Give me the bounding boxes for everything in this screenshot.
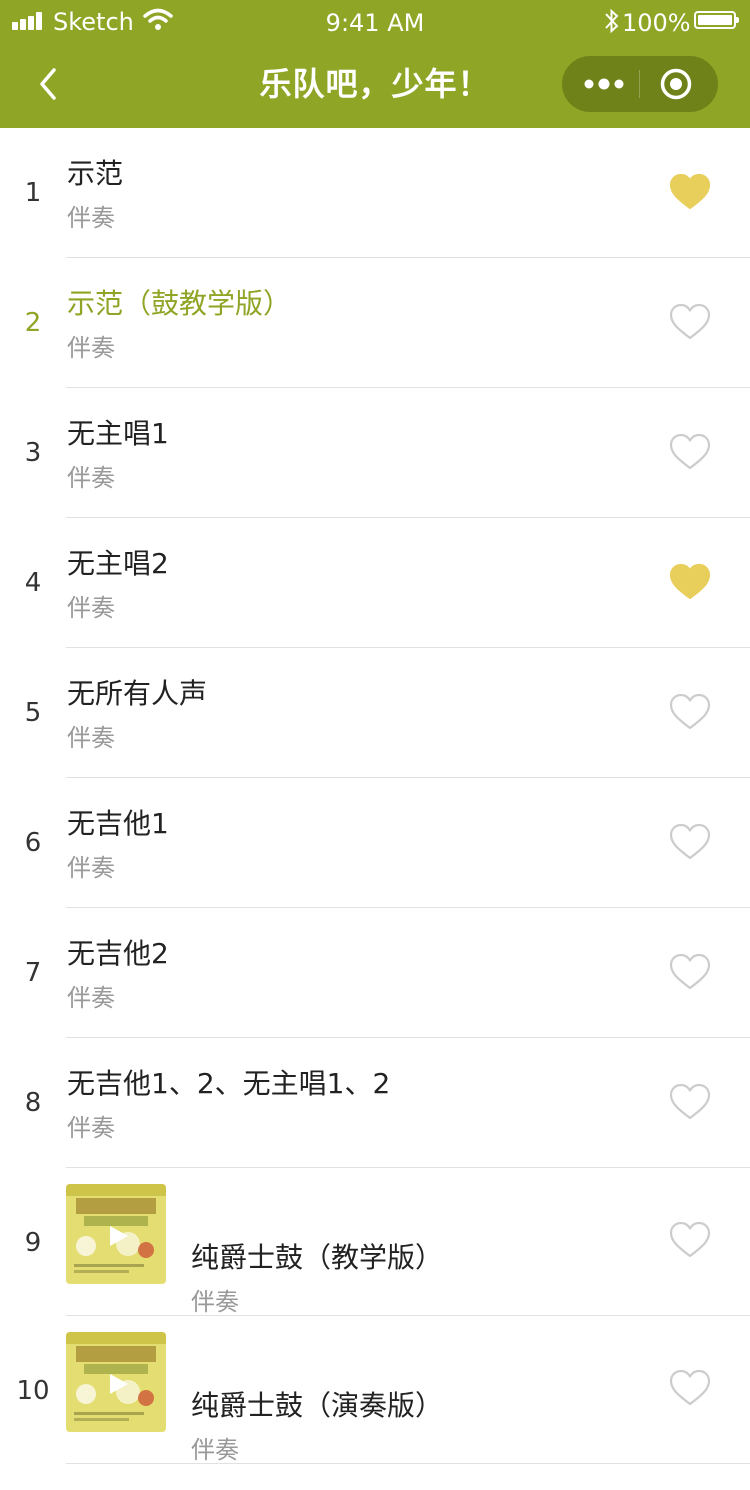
- track-title: 示范（鼓教学版）: [67, 287, 292, 320]
- track-number: 4: [24, 568, 42, 598]
- track-thumbnail[interactable]: [66, 1332, 166, 1432]
- track-row[interactable]: 6 无吉他1 伴奏: [0, 778, 750, 908]
- track-number: 10: [16, 1376, 50, 1406]
- track-number: 6: [24, 828, 42, 858]
- track-title: 无主唱2: [67, 547, 169, 580]
- track-row[interactable]: 8 无吉他1、2、无主唱1、2 伴奏: [0, 1038, 750, 1168]
- more-dots-icon[interactable]: [582, 72, 626, 96]
- battery-icon: [694, 11, 739, 29]
- track-row[interactable]: 5 无所有人声 伴奏: [0, 648, 750, 778]
- track-title: 无吉他1: [67, 807, 169, 840]
- track-title: 纯爵士鼓（教学版）: [191, 1241, 444, 1274]
- track-number: 5: [24, 698, 42, 728]
- heart-filled-icon[interactable]: [668, 172, 712, 212]
- heart-outline-icon[interactable]: [668, 822, 712, 862]
- battery-percent: 100%: [622, 9, 691, 37]
- track-subtitle: 伴奏: [67, 854, 115, 882]
- heart-outline-icon[interactable]: [668, 302, 712, 342]
- track-title: 纯爵士鼓（演奏版）: [191, 1389, 444, 1422]
- heart-outline-icon[interactable]: [668, 1368, 712, 1408]
- track-row[interactable]: 1 示范 伴奏: [0, 128, 750, 258]
- track-subtitle: 伴奏: [67, 464, 115, 492]
- status-bar: Sketch 9:41 AM 100%: [0, 0, 750, 44]
- track-number: 9: [24, 1228, 42, 1258]
- heart-filled-icon[interactable]: [668, 562, 712, 602]
- heart-outline-icon[interactable]: [668, 1220, 712, 1260]
- track-row[interactable]: 7 无吉他2 伴奏: [0, 908, 750, 1038]
- track-subtitle: 伴奏: [191, 1288, 239, 1316]
- track-number: 7: [24, 958, 42, 988]
- bluetooth-icon: [605, 8, 619, 34]
- heart-outline-icon[interactable]: [668, 692, 712, 732]
- track-title: 无吉他1、2、无主唱1、2: [67, 1067, 391, 1100]
- track-number: 1: [24, 178, 42, 208]
- mini-program-capsule: [562, 56, 718, 112]
- track-subtitle: 伴奏: [67, 204, 115, 232]
- target-circle-icon[interactable]: [660, 68, 692, 100]
- track-row[interactable]: 9 纯爵士鼓（教学版） 伴奏: [0, 1168, 750, 1316]
- track-number: 2: [24, 308, 42, 338]
- track-title: 无所有人声: [67, 677, 208, 710]
- heart-outline-icon[interactable]: [668, 952, 712, 992]
- track-subtitle: 伴奏: [67, 334, 115, 362]
- nav-bar: Sketch 9:41 AM 100% 乐队吧，少年！: [0, 0, 750, 128]
- track-list: 1 示范 伴奏 2 示范（鼓教学版） 伴奏 3 无主唱1 伴奏 4 无主唱2 伴…: [0, 128, 750, 1464]
- track-subtitle: 伴奏: [67, 1114, 115, 1142]
- track-thumbnail[interactable]: [66, 1184, 166, 1284]
- track-number: 8: [24, 1088, 42, 1118]
- track-title: 无吉他2: [67, 937, 169, 970]
- track-subtitle: 伴奏: [67, 984, 115, 1012]
- track-row[interactable]: 10 纯爵士鼓（演奏版） 伴奏: [0, 1316, 750, 1464]
- track-row[interactable]: 3 无主唱1 伴奏: [0, 388, 750, 518]
- track-title: 无主唱1: [67, 417, 169, 450]
- heart-outline-icon[interactable]: [668, 432, 712, 472]
- track-row[interactable]: 2 示范（鼓教学版） 伴奏: [0, 258, 750, 388]
- track-title: 示范: [67, 157, 124, 190]
- heart-outline-icon[interactable]: [668, 1082, 712, 1122]
- track-row[interactable]: 4 无主唱2 伴奏: [0, 518, 750, 648]
- track-subtitle: 伴奏: [191, 1436, 239, 1464]
- row-divider: [66, 1463, 750, 1464]
- track-number: 3: [24, 438, 42, 468]
- track-subtitle: 伴奏: [67, 724, 115, 752]
- track-subtitle: 伴奏: [67, 594, 115, 622]
